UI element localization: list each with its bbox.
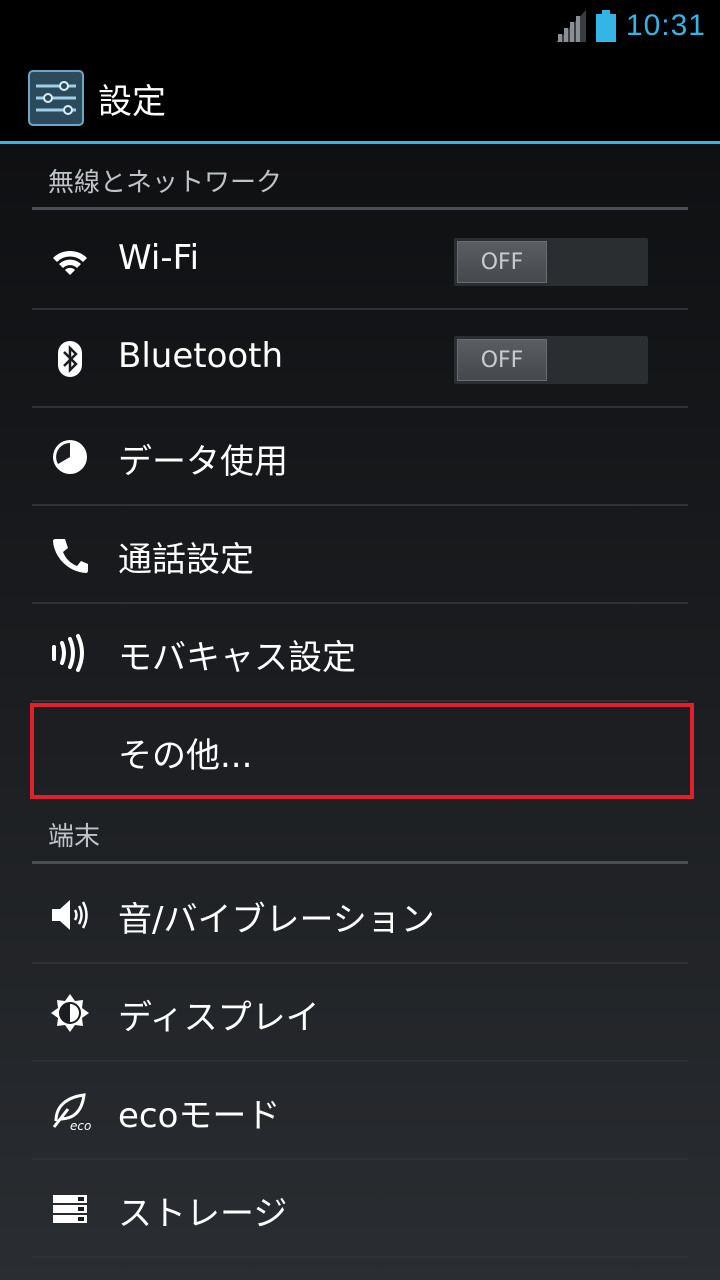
section-header-label: 無線とネットワーク xyxy=(48,168,283,198)
settings-item-label: モバキャス設定 xyxy=(118,638,356,678)
settings-item-more[interactable]: その他... xyxy=(32,702,688,800)
battery-icon xyxy=(595,10,616,42)
toggle-state: OFF xyxy=(457,241,547,283)
settings-item-label: ディスプレイ xyxy=(118,998,320,1038)
page-title: 設定 xyxy=(98,82,166,122)
eco-icon: eco xyxy=(50,1091,91,1133)
settings-item-storage[interactable]: ストレージ xyxy=(32,1160,688,1258)
wifi-icon xyxy=(50,241,90,281)
signal-icon xyxy=(555,10,586,42)
settings-item-label: 通話設定 xyxy=(118,540,254,580)
bluetooth-icon xyxy=(50,339,90,379)
settings-app-icon[interactable] xyxy=(28,70,84,126)
settings-item-label: データ使用 xyxy=(118,442,288,482)
wifi-toggle[interactable]: OFF xyxy=(454,238,648,286)
status-bar: 10:31 xyxy=(0,0,720,50)
settings-item-sound[interactable]: 音/バイブレーション xyxy=(32,866,688,964)
settings-item-label: その他... xyxy=(118,736,253,776)
settings-item-display[interactable]: ディスプレイ xyxy=(32,964,688,1062)
toggle-state: OFF xyxy=(457,339,547,381)
settings-item-label: Bluetooth xyxy=(118,336,284,376)
display-icon xyxy=(50,993,90,1033)
section-header-label: 端末 xyxy=(48,822,101,852)
section-header-wireless: 無線とネットワーク xyxy=(32,146,688,210)
settings-item-wifi[interactable]: Wi-Fi OFF xyxy=(32,212,688,310)
settings-item-data-usage[interactable]: データ使用 xyxy=(32,408,688,506)
settings-item-bluetooth[interactable]: Bluetooth OFF xyxy=(32,310,688,408)
settings-item-eco-mode[interactable]: eco ecoモード xyxy=(32,1062,688,1160)
section-header-device: 端末 xyxy=(32,800,688,864)
phone-icon xyxy=(50,535,90,575)
bluetooth-toggle[interactable]: OFF xyxy=(454,336,648,384)
storage-icon xyxy=(50,1189,90,1229)
settings-item-label: ecoモード xyxy=(118,1096,281,1136)
mobacas-icon xyxy=(50,633,90,673)
settings-item-label: ストレージ xyxy=(118,1194,288,1234)
svg-text:eco: eco xyxy=(70,1119,91,1131)
status-icons: 10:31 xyxy=(555,6,706,46)
action-bar: 設定 xyxy=(0,50,720,144)
status-clock: 10:31 xyxy=(625,9,706,42)
settings-item-label: Wi-Fi xyxy=(118,238,200,278)
sound-icon xyxy=(50,895,90,935)
settings-item-mobacas[interactable]: モバキャス設定 xyxy=(32,604,688,702)
data-usage-icon xyxy=(50,437,90,477)
settings-item-label: 音/バイブレーション xyxy=(118,900,435,940)
settings-item-call-settings[interactable]: 通話設定 xyxy=(32,506,688,604)
